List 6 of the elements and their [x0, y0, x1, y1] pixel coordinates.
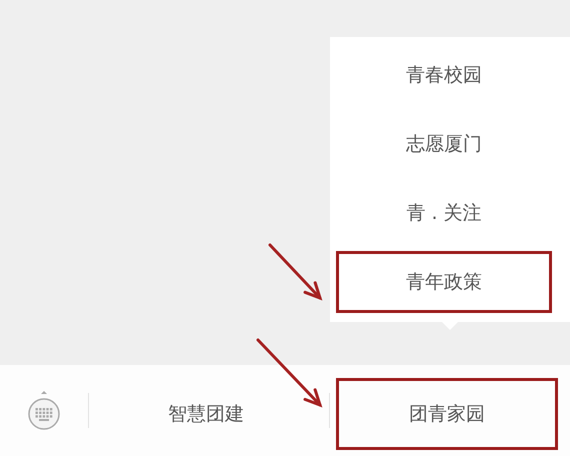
menu-item[interactable]: 青年政策: [336, 251, 552, 313]
arrow-drawing: [256, 338, 322, 408]
menu-button[interactable]: 团青家园: [336, 378, 558, 450]
arrow-drawing: [268, 244, 322, 300]
menu-button[interactable]: 智慧团建: [95, 378, 317, 450]
keyboard-icon: [27, 390, 61, 430]
